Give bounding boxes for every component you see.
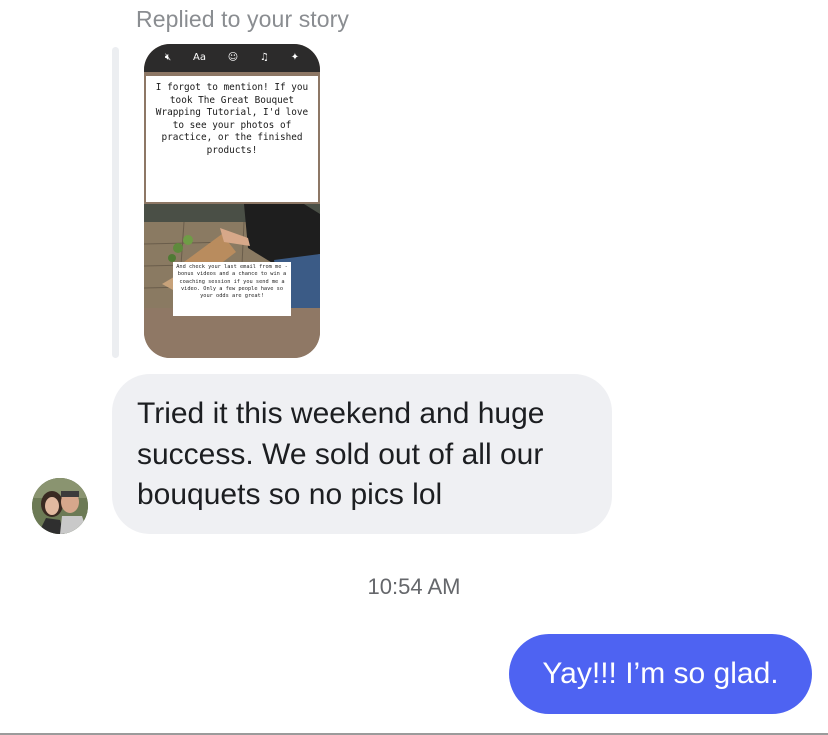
replied-to-story-label: Replied to your story bbox=[136, 6, 350, 32]
sticker-icon: ☺ bbox=[227, 52, 239, 63]
music-icon: ♫ bbox=[259, 52, 269, 63]
story-preview[interactable]: 🔇︎ Aa ☺ ♫ ✦ I forgot to mention! If you … bbox=[144, 44, 320, 358]
effects-icon: ✦ bbox=[290, 52, 300, 63]
story-caption: I forgot to mention! If you took The Gre… bbox=[146, 76, 318, 202]
message-timestamp: 10:54 AM bbox=[367, 574, 461, 599]
story-note: And check your last email from me - bonu… bbox=[173, 262, 291, 316]
outgoing-message-bubble[interactable]: Yay!!! I’m so glad. bbox=[509, 634, 812, 714]
incoming-message-bubble[interactable]: Tried it this weekend and huge success. … bbox=[112, 374, 612, 534]
text-icon: Aa bbox=[192, 52, 206, 63]
reply-indicator-bar bbox=[112, 47, 119, 358]
mute-icon: 🔇︎ bbox=[164, 52, 172, 63]
sender-avatar[interactable] bbox=[32, 478, 88, 534]
message-thread: Replied to your story 🔇︎ Aa ☺ ♫ ✦ I forg… bbox=[0, 0, 828, 735]
sender-avatar-image bbox=[32, 478, 88, 534]
story-toolbar: 🔇︎ Aa ☺ ♫ ✦ bbox=[144, 44, 320, 72]
